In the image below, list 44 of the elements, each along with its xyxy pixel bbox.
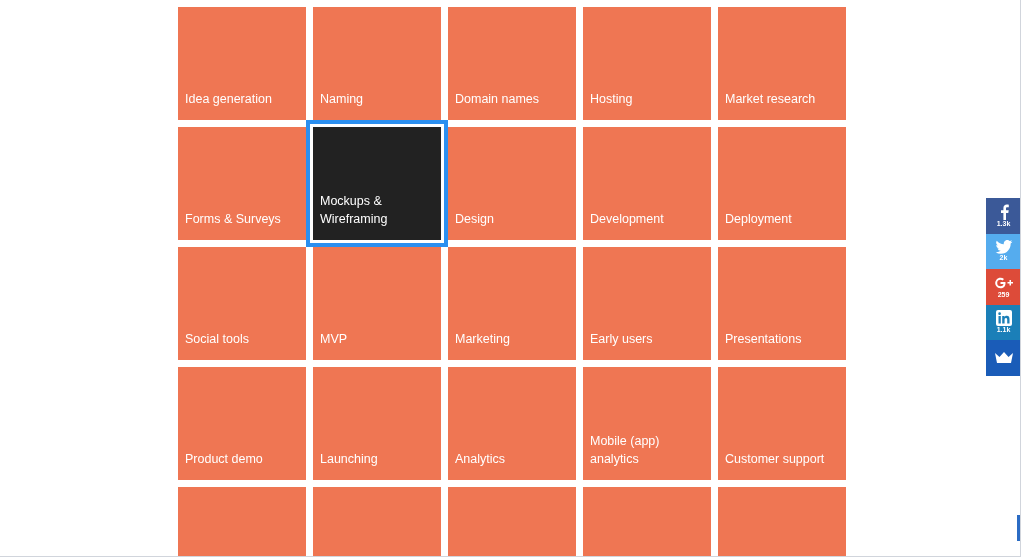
category-tile[interactable]: Mobile (app) analytics: [583, 367, 711, 480]
category-tile[interactable]: Social tools: [178, 247, 306, 360]
tile-label: MVP: [320, 331, 349, 348]
scrollbar-thumb[interactable]: [1017, 515, 1020, 541]
category-tile[interactable]: Forms & Surveys: [178, 127, 306, 240]
tile-label: Mobile (app) analytics: [590, 433, 661, 468]
tile-label: Idea generation: [185, 91, 273, 108]
category-tile[interactable]: Domain names: [448, 7, 576, 120]
tile-label: Marketing: [455, 331, 511, 348]
tile-label: Presentations: [725, 331, 803, 348]
share-button[interactable]: [986, 340, 1020, 376]
tile-label: Social tools: [185, 331, 250, 348]
category-tile[interactable]: Development: [583, 127, 711, 240]
tile-label: Development: [590, 211, 665, 228]
category-tile[interactable]: Launching: [313, 367, 441, 480]
tile-label: Forms & Surveys: [185, 211, 282, 228]
category-tile[interactable]: Market research: [718, 7, 846, 120]
tile-label: Domain names: [455, 91, 541, 108]
category-tile[interactable]: Analytics: [448, 367, 576, 480]
tile-label: Launching: [320, 451, 379, 468]
category-tile[interactable]: Naming: [313, 7, 441, 120]
tile-label: Early users: [590, 331, 654, 348]
bird-icon: [994, 240, 1013, 255]
tile-label: Customer support: [725, 451, 826, 468]
category-tile[interactable]: Design: [448, 127, 576, 240]
tile-label: Deployment: [725, 211, 793, 228]
category-tile[interactable]: MVP: [313, 247, 441, 360]
category-tile[interactable]: Marketing: [448, 247, 576, 360]
category-tile[interactable]: Deployment: [718, 127, 846, 240]
category-tile[interactable]: Customer support: [718, 367, 846, 480]
tile-label: Market research: [725, 91, 817, 108]
category-tile[interactable]: Idea generation: [178, 7, 306, 120]
category-tile[interactable]: Hosting: [583, 7, 711, 120]
linkedin-icon: [995, 310, 1012, 327]
crown-icon: [994, 352, 1013, 364]
category-tile[interactable]: Product demo: [178, 367, 306, 480]
tile-label: Product demo: [185, 451, 264, 468]
category-tile[interactable]: Presentations: [718, 247, 846, 360]
tile-label: Hosting: [590, 91, 634, 108]
tile-label: Naming: [320, 91, 365, 108]
tile-label: Mockups & Wireframing: [320, 193, 389, 228]
tile-label: Design: [455, 211, 495, 228]
category-tile[interactable]: Early users: [583, 247, 711, 360]
tile-label: Analytics: [455, 451, 507, 468]
